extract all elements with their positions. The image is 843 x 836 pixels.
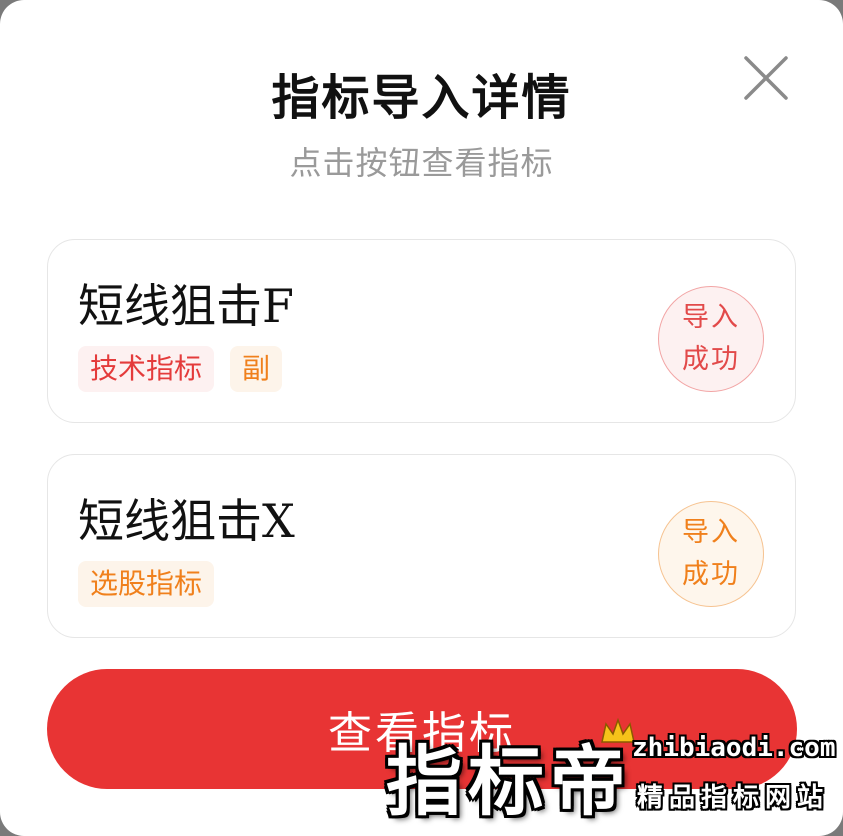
indicator-card: 短线狙击F 技术指标 副 导入 成功 xyxy=(47,239,796,423)
dialog-title: 指标导入详情 xyxy=(271,70,572,126)
indicator-card: 短线狙击X 选股指标 导入 成功 xyxy=(47,454,796,638)
indicator-tags: 技术指标 副 xyxy=(78,346,283,392)
stamp-line2: 成功 xyxy=(682,559,740,590)
stamp-line2: 成功 xyxy=(682,344,740,375)
stamp-line1: 导入 xyxy=(682,517,740,548)
stamp-line1: 导入 xyxy=(682,302,740,333)
dialog-subtitle: 点击按钮查看指标 xyxy=(289,144,554,182)
indicator-name: 短线狙击X xyxy=(78,494,295,548)
tag-type: 技术指标 xyxy=(78,346,215,392)
indicator-name: 短线狙击F xyxy=(78,279,294,333)
watermark-tagline: 精品指标网站 xyxy=(637,783,830,813)
import-success-stamp: 导入 成功 xyxy=(658,501,764,607)
watermark-domain: zhibiaodi.com xyxy=(632,733,836,763)
close-button[interactable] xyxy=(740,52,792,104)
close-icon xyxy=(744,56,788,100)
tag-sub: 副 xyxy=(230,346,283,392)
crown-icon xyxy=(601,718,635,743)
tag-type: 选股指标 xyxy=(78,561,215,607)
import-success-stamp: 导入 成功 xyxy=(658,286,764,392)
watermark-logo-text: 指标帝 xyxy=(386,737,632,826)
indicator-tags: 选股指标 xyxy=(78,561,215,607)
import-details-dialog: 指标导入详情 点击按钮查看指标 短线狙击F 技术指标 副 导入 成功 短线狙击X… xyxy=(0,0,843,836)
